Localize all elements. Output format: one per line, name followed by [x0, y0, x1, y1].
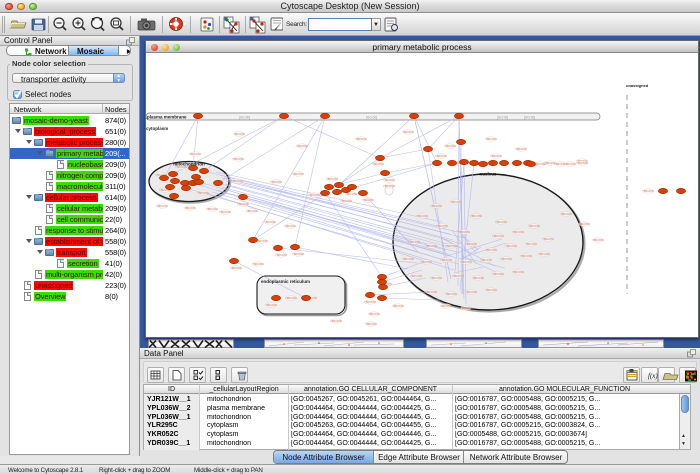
svg-text:YBR039W: YBR039W — [460, 307, 472, 310]
svg-text:YBR039W: YBR039W — [444, 145, 456, 148]
svg-text:YBR039W: YBR039W — [495, 221, 507, 224]
svg-text:YBR039W: YBR039W — [275, 254, 287, 257]
svg-text:YBR039W: YBR039W — [425, 291, 437, 294]
svg-text:YBR039W: YBR039W — [231, 180, 243, 183]
svg-text:YBR039W: YBR039W — [505, 245, 517, 248]
svg-text:YBR039W: YBR039W — [189, 153, 201, 156]
svg-text:YBR039W: YBR039W — [564, 163, 576, 166]
svg-text:mitochondrion: mitochondrion — [173, 162, 205, 167]
svg-text:YBR039W: YBR039W — [542, 238, 554, 241]
svg-text:YBR039W: YBR039W — [292, 173, 304, 176]
svg-text:YBR039W: YBR039W — [470, 215, 482, 218]
svg-text:cytoplasm: cytoplasm — [146, 126, 168, 131]
svg-text:YBR039W: YBR039W — [460, 261, 472, 264]
svg-text:YBR039W: YBR039W — [445, 245, 457, 248]
svg-text:YBR039W: YBR039W — [472, 277, 484, 280]
svg-text:YBR039W: YBR039W — [284, 225, 296, 228]
svg-text:YBR039W: YBR039W — [480, 259, 492, 262]
svg-text:YBR039W: YBR039W — [515, 148, 527, 151]
svg-text:YBR039W: YBR039W — [436, 225, 448, 228]
svg-text:[GO:00]: [GO:00] — [524, 115, 535, 119]
svg-text:YBR039W: YBR039W — [485, 138, 497, 141]
svg-text:plasma membrane: plasma membrane — [147, 115, 187, 120]
svg-text:[GO:00]: [GO:00] — [366, 115, 377, 119]
svg-text:YBR039W: YBR039W — [538, 253, 550, 256]
svg-text:YBR039W: YBR039W — [197, 192, 209, 195]
svg-text:YBR039W: YBR039W — [364, 301, 376, 304]
svg-text:YBR039W: YBR039W — [246, 210, 258, 213]
svg-text:YBR039W: YBR039W — [292, 253, 304, 256]
svg-text:YBR039W: YBR039W — [232, 158, 244, 161]
svg-text:YBR039W: YBR039W — [256, 240, 268, 243]
svg-text:YBR039W: YBR039W — [560, 213, 572, 216]
svg-text:YBR039W: YBR039W — [528, 225, 540, 228]
svg-text:YBR039W: YBR039W — [465, 243, 477, 246]
svg-text:YBR039W: YBR039W — [265, 304, 277, 307]
svg-text:YBR039W: YBR039W — [184, 207, 196, 210]
svg-text:YBR039W: YBR039W — [525, 243, 537, 246]
svg-text:YBR039W: YBR039W — [425, 245, 437, 248]
svg-text:YBR039W: YBR039W — [492, 273, 504, 276]
svg-text:YBR039W: YBR039W — [252, 263, 264, 266]
svg-text:YBR039W: YBR039W — [492, 235, 504, 238]
svg-text:YBR039W: YBR039W — [485, 249, 497, 252]
svg-text:YBR039W: YBR039W — [270, 181, 282, 184]
svg-text:YBR039W: YBR039W — [435, 155, 447, 158]
svg-text:YBR039W: YBR039W — [368, 313, 380, 316]
svg-text:YBR039W: YBR039W — [592, 239, 604, 242]
svg-text:YBR039W: YBR039W — [452, 275, 464, 278]
svg-text:YBR039W: YBR039W — [485, 289, 497, 292]
svg-text:YBR039W: YBR039W — [345, 193, 357, 196]
svg-text:YBR039W: YBR039W — [285, 297, 297, 300]
svg-text:YBR039W: YBR039W — [237, 203, 249, 206]
svg-text:YBR039W: YBR039W — [430, 205, 442, 208]
svg-text:nucleus: nucleus — [479, 172, 497, 177]
svg-text:endoplasmic reticulum: endoplasmic reticulum — [261, 279, 310, 284]
svg-text:YBR039W: YBR039W — [340, 200, 352, 203]
svg-text:YBR039W: YBR039W — [355, 138, 367, 141]
svg-text:YBR039W: YBR039W — [264, 221, 276, 224]
svg-text:YBR039W: YBR039W — [500, 258, 512, 261]
svg-text:YBR039W: YBR039W — [392, 305, 404, 308]
svg-text:YBR039W: YBR039W — [576, 162, 588, 165]
svg-text:YBR039W: YBR039W — [642, 190, 654, 193]
svg-text:YBR039W: YBR039W — [410, 275, 422, 278]
svg-text:YBR039W: YBR039W — [440, 305, 452, 308]
svg-text:YBR039W: YBR039W — [402, 131, 414, 134]
svg-text:YBR039W: YBR039W — [206, 208, 218, 211]
svg-text:YBR039W: YBR039W — [296, 145, 308, 148]
svg-text:YBR039W: YBR039W — [408, 241, 420, 244]
svg-text:YBR039W: YBR039W — [362, 199, 374, 202]
svg-text:YBR039W: YBR039W — [420, 261, 432, 264]
svg-text:YBR039W: YBR039W — [512, 231, 524, 234]
svg-text:YBR039W: YBR039W — [445, 293, 457, 296]
svg-text:YBR039W: YBR039W — [440, 259, 452, 262]
svg-text:YBR039W: YBR039W — [219, 211, 231, 214]
svg-text:f(x): f(x) — [648, 372, 658, 380]
svg-text:YBR039W: YBR039W — [430, 277, 442, 280]
svg-text:[GO:00]: [GO:00] — [497, 115, 508, 119]
svg-text:YBR039W: YBR039W — [156, 205, 168, 208]
svg-text:YBR039W: YBR039W — [330, 320, 342, 323]
svg-text:unassigned: unassigned — [626, 83, 649, 88]
svg-text:YBR039W: YBR039W — [416, 215, 428, 218]
svg-text:YBR039W: YBR039W — [383, 185, 395, 188]
svg-text:YBR039W: YBR039W — [230, 267, 242, 270]
svg-text:YBR039W: YBR039W — [372, 163, 384, 166]
svg-text:YBR039W: YBR039W — [450, 201, 462, 204]
svg-text:YBR039W: YBR039W — [512, 271, 524, 274]
svg-text:YBR039W: YBR039W — [365, 323, 377, 326]
svg-text:YBR039W: YBR039W — [490, 155, 502, 158]
svg-text:YBR039W: YBR039W — [402, 258, 414, 261]
svg-text:YBR039W: YBR039W — [465, 291, 477, 294]
svg-text:[GO:00]: [GO:00] — [239, 115, 250, 119]
svg-text:YBR039W: YBR039W — [308, 194, 320, 197]
svg-text:YBR039W: YBR039W — [233, 133, 245, 136]
svg-text:YBR039W: YBR039W — [383, 179, 395, 182]
svg-text:YBR039W: YBR039W — [520, 255, 532, 258]
svg-text:YBR039W: YBR039W — [458, 231, 470, 234]
svg-text:YBR039W: YBR039W — [578, 223, 590, 226]
svg-text:YBR039W: YBR039W — [326, 178, 338, 181]
